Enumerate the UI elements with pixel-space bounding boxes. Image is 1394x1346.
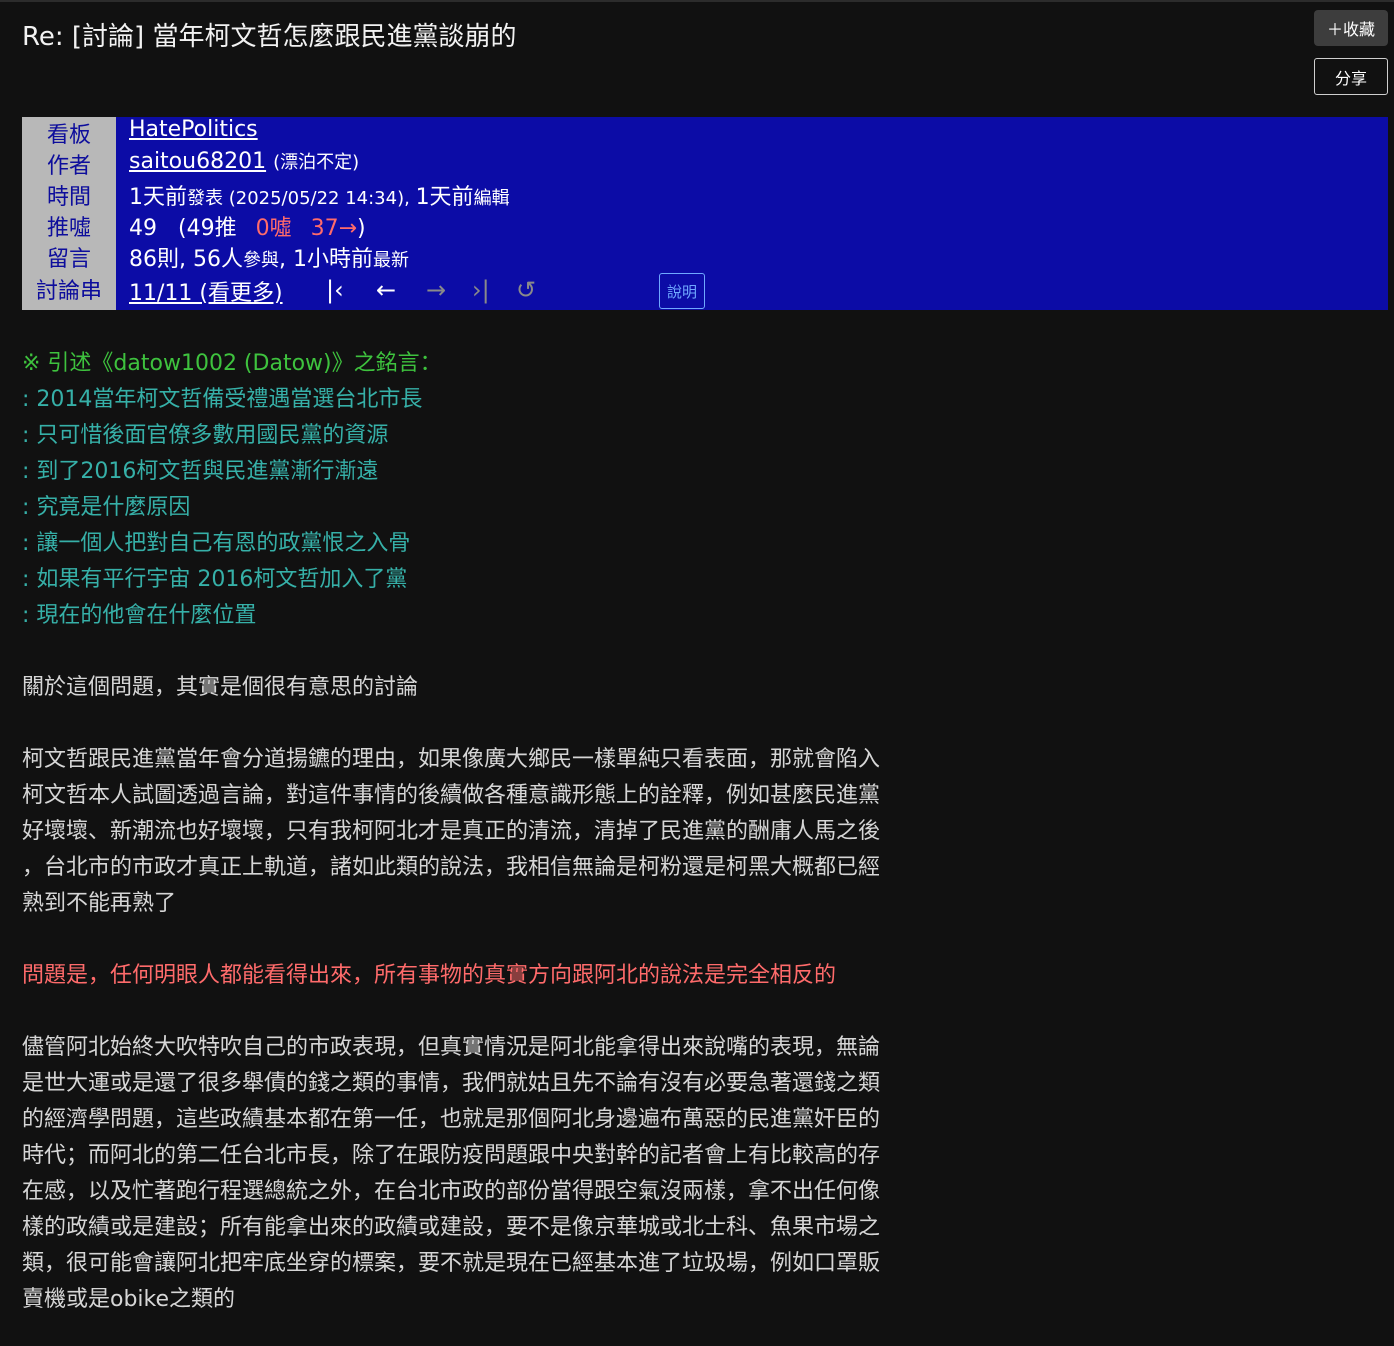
boo-count: 0噓: [255, 216, 292, 241]
label-votes: 推噓: [46, 216, 91, 241]
author-nickname: (漂泊不定): [273, 152, 360, 173]
share-button[interactable]: 分享: [1314, 58, 1388, 95]
comment-summary: 86則, 56人參與, 1小時前最新: [129, 241, 409, 273]
last-icon[interactable]: ›|: [472, 278, 490, 302]
quote-line: : 究竟是什麼原因: [22, 495, 191, 520]
paragraph-line: 賣機或是obike之類的: [22, 1287, 236, 1312]
paragraph-line: ，台北市的市政才真正上軌道，諸如此類的說法，我相信無論是柯粉還是柯黑大概都已經: [22, 855, 881, 880]
page-title: Re: [討論] 當年柯文哲怎麼跟民進黨談崩的: [22, 22, 517, 52]
first-icon[interactable]: |‹: [326, 278, 344, 302]
paragraph-line: 熟到不能再熟了: [22, 891, 177, 916]
paragraph-line: 好壞壞、新潮流也好壞壞，只有我柯阿北才是真正的清流，清掉了民進黨的酬庸人馬之後: [22, 819, 881, 844]
paragraph-line: 關於這個問題，其實是個很有意思的討論: [22, 675, 419, 700]
comment-count: 86則, 56人: [129, 247, 243, 272]
paragraph-line: 時代；而阿北的第二任台北市長，除了在跟防疫問題跟中央對幹的記者會上有比較高的存: [22, 1143, 881, 1168]
board-link[interactable]: HatePolitics: [129, 117, 258, 142]
push-close: ): [357, 216, 366, 241]
comment-latest-word: 最新: [372, 250, 409, 271]
time-edited: 1天前: [415, 185, 474, 210]
label-board: 看板: [46, 123, 91, 148]
help-button[interactable]: 說明: [659, 273, 705, 309]
prev-icon[interactable]: ←: [376, 278, 396, 302]
quote-header: ※ 引述《datow1002 (Datow)》之銘言：: [22, 351, 442, 376]
time-edited-word: 編輯: [473, 188, 510, 209]
vote-score: 49: [129, 216, 157, 241]
time-posted-word: 發表: [187, 188, 223, 209]
refresh-icon[interactable]: ↺: [516, 278, 536, 302]
paragraph-line: 類，很可能會讓阿北把牢底坐穿的標案，要不就是現在已經基本進了垃圾場，例如口罩販: [22, 1251, 881, 1276]
post-time: 1天前發表 (2025/05/22 14:34), 1天前編輯: [129, 179, 510, 211]
quote-line: : 只可惜後面官僚多數用國民黨的資源: [22, 423, 389, 448]
highlighted-line: 問題是，任何明眼人都能看得出來，所有事物的真實方向跟阿北的說法是完全相反的: [22, 963, 837, 988]
quote-line: : 如果有平行宇宙 2016柯文哲加入了黨: [22, 567, 408, 592]
meta-values: HatePolitics saitou68201 (漂泊不定) 1天前發表 (2…: [116, 117, 1388, 310]
time-detail: (2025/05/22 14:34),: [223, 188, 416, 209]
paragraph-line: 樣的政績或是建設；所有能拿出來的政績或建設，要不是像京華城或北士科、魚果市場之: [22, 1215, 881, 1240]
quote-line: : 2014當年柯文哲備受禮遇當選台北市長: [22, 387, 423, 412]
paragraph-line: 在感，以及忙著跑行程選總統之外，在台北市政的部份當得跟空氣沒兩樣，拿不出任何像: [22, 1179, 881, 1204]
paragraph-line: 柯文哲跟民進黨當年會分道揚鑣的理由，如果像廣大鄉民一樣單純只看表面，那就會陷入: [22, 747, 881, 772]
vote-summary: 49 (49推 0噓 37→): [129, 210, 366, 242]
label-comments: 留言: [46, 247, 91, 272]
comment-latest: , 1小時前: [278, 247, 373, 272]
paragraph-line: 是世大運或是還了很多舉債的錢之類的事情，我們就姑且先不論有沒有必要急著還錢之類: [22, 1071, 881, 1096]
paragraph-line: 的經濟學問題，這些政績基本都在第一任，也就是那個阿北身邊遍布萬惡的民進黨奸臣的: [22, 1107, 881, 1132]
article-meta: 看板 作者 時間 推噓 留言 討論串 HatePolitics saitou68…: [22, 117, 1388, 310]
label-author: 作者: [46, 154, 91, 179]
arrow-count: 37→: [310, 216, 358, 241]
favorite-button[interactable]: ＋收藏: [1314, 10, 1388, 46]
label-thread: 討論串: [35, 279, 102, 304]
label-time: 時間: [46, 185, 91, 210]
next-icon[interactable]: →: [426, 278, 446, 302]
quote-line: : 讓一個人把對自己有恩的政黨恨之入骨: [22, 531, 411, 556]
quote-line: : 到了2016柯文哲與民進黨漸行漸遠: [22, 459, 379, 484]
push-count: (49推: [178, 216, 237, 241]
time-posted: 1天前: [129, 185, 187, 210]
thread-link[interactable]: 11/11 (看更多): [129, 281, 283, 306]
meta-labels: 看板 作者 時間 推噓 留言 討論串: [22, 117, 116, 310]
comment-participate-word: 參與: [242, 250, 279, 271]
article-body: ※ 引述《datow1002 (Datow)》之銘言： : 2014當年柯文哲備…: [22, 346, 972, 1318]
author-link[interactable]: saitou68201: [129, 149, 266, 174]
top-border: [0, 0, 1394, 2]
paragraph-line: 儘管阿北始終大吹特吹自己的市政表現，但真實情況是阿北能拿得出來說嘴的表現，無論: [22, 1035, 881, 1060]
quote-line: : 現在的他會在什麼位置: [22, 603, 257, 628]
paragraph-line: 柯文哲本人試圖透過言論，對這件事情的後續做各種意識形態上的詮釋，例如甚麼民進黨: [22, 783, 881, 808]
